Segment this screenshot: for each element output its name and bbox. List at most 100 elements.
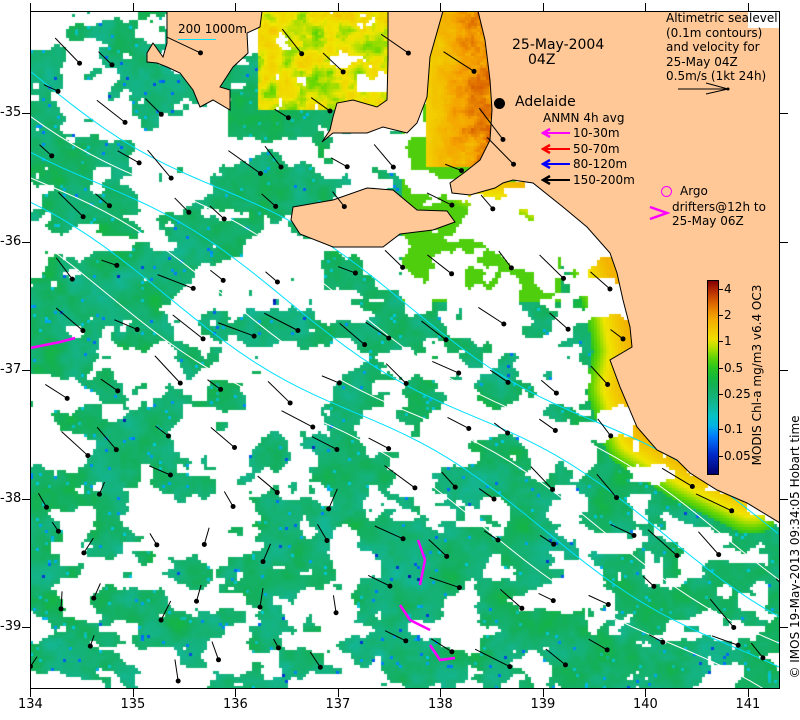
lon-tick: [30, 689, 31, 697]
velocity-arrow-icon: [87, 635, 95, 649]
altimetry-legend-line: 25-May 04Z: [666, 54, 738, 69]
drifters-label-1: drifters@12h to: [672, 200, 766, 214]
adelaide-marker-icon: [494, 98, 505, 109]
city-label: Adelaide: [515, 94, 576, 110]
velocity-arrow-icon: [478, 307, 507, 327]
lat-tick: [780, 241, 788, 243]
lon-tick-label: 136: [223, 697, 248, 712]
velocity-arrow-icon: [211, 641, 222, 663]
velocity-arrow-icon: [223, 491, 236, 509]
velocity-arrow-icon: [367, 574, 393, 589]
scale-bar-label: 200 1000m: [178, 22, 247, 36]
lon-tick-label: 134: [18, 697, 43, 712]
lon-tick-label: 138: [428, 697, 453, 712]
altimetry-legend-line: and velocity for: [666, 40, 760, 54]
lat-tick-label: -35: [0, 105, 22, 120]
anmn-legend-label: 150-200m: [573, 172, 635, 187]
velocity-arrow-icon: [260, 543, 271, 565]
velocity-arrow-icon: [274, 108, 291, 121]
lon-tick: [235, 3, 236, 11]
velocity-arrow-icon: [332, 595, 339, 616]
velocity-arrow-icon: [493, 422, 511, 436]
velocity-arrow-icon: [384, 249, 406, 270]
velocity-arrow-icon: [264, 145, 284, 170]
velocity-arrow-icon: [210, 269, 226, 283]
argo-label: Argo: [680, 184, 708, 198]
lon-tick-label: 141: [735, 697, 761, 712]
lon-tick: [440, 3, 441, 11]
colorbar-tick: [719, 367, 723, 369]
velocity-arrow-icon: [498, 250, 514, 271]
velocity-arrow-icon: [91, 583, 101, 601]
velocity-arrow-icon: [174, 659, 181, 684]
drifter-track: [398, 604, 431, 632]
velocity-arrow-icon: [478, 488, 497, 502]
velocity-arrow-icon: [499, 589, 525, 611]
velocity-arrow-icon: [281, 28, 305, 57]
velocity-arrow-icon: [55, 257, 75, 282]
velocity-arrow-icon: [480, 194, 496, 212]
velocity-arrow-icon: [489, 369, 511, 385]
velocity-arrow-icon: [209, 205, 227, 222]
velocity-arrow-icon: [444, 163, 464, 174]
velocity-arrow-icon: [474, 648, 513, 670]
colorbar-tick: [719, 288, 723, 290]
velocity-arrow-icon: [264, 312, 301, 333]
velocity-arrow-icon: [101, 259, 120, 268]
velocity-arrow-icon: [778, 533, 780, 536]
velocity-arrow-icon: [217, 322, 257, 339]
lon-tick-label: 135: [120, 697, 146, 712]
anmn-arrow-icon: [541, 127, 570, 139]
velocity-arrow-icon: [311, 436, 340, 452]
velocity-arrow-icon: [317, 524, 330, 544]
velocity-arrow-icon: [117, 150, 142, 166]
velocity-scale-arrow-icon: [678, 82, 730, 95]
altimetry-legend-line: Altimetric sealevel: [666, 11, 778, 25]
velocity-arrow-icon: [58, 191, 86, 220]
velocity-arrow-icon: [538, 418, 558, 433]
map-panel: [30, 11, 780, 689]
lon-tick: [542, 3, 544, 11]
velocity-arrow-icon: [281, 410, 316, 430]
lat-tick: [22, 113, 30, 114]
velocity-arrow-icon: [194, 584, 202, 604]
velocity-arrow-icon: [588, 638, 610, 653]
lat-tick: [780, 113, 788, 114]
velocity-arrow-icon: [51, 521, 61, 534]
velocity-arrow-icon: [158, 600, 172, 623]
velocity-arrow-icon: [588, 594, 611, 607]
velocity-arrow-icon: [257, 475, 280, 495]
velocity-arrow-icon: [610, 329, 626, 342]
colorbar-label: MODIS Chl-a mg/m3 v6.4 OC3: [750, 284, 764, 466]
altimetry-legend-line: (0.1m contours): [666, 25, 763, 40]
lon-tick: [337, 3, 339, 11]
velocity-arrow-icon: [322, 52, 346, 75]
velocity-arrow-icon: [310, 97, 333, 114]
lat-tick: [780, 498, 788, 500]
velocity-arrow-icon: [539, 254, 567, 281]
lat-tick: [22, 627, 30, 628]
velocity-arrow-icon: [648, 634, 666, 645]
velocity-arrow-icon: [590, 271, 613, 292]
velocity-arrow-icon: [98, 51, 115, 68]
map-time: 04Z: [528, 52, 556, 68]
velocity-arrow-icon: [30, 656, 38, 669]
velocity-arrow-icon: [157, 274, 196, 291]
lat-tick: [780, 627, 788, 628]
velocity-arrow-icon: [267, 381, 293, 406]
velocity-arrow-icon: [368, 437, 392, 452]
velocity-arrow-icon: [55, 307, 86, 334]
lat-tick: [780, 370, 788, 371]
velocity-arrow-icon: [54, 37, 83, 66]
colorbar-tick: [719, 394, 723, 396]
velocity-arrow-icon: [545, 648, 568, 668]
lon-tick: [747, 3, 749, 11]
velocity-arrow-icon: [596, 473, 620, 501]
velocity-arrow-icon: [95, 193, 112, 209]
velocity-arrow-icon: [96, 481, 105, 497]
velocity-arrow-icon: [309, 651, 323, 670]
velocity-arrow-icon: [114, 319, 140, 333]
colorbar-tick-label: 0.25: [724, 387, 751, 402]
velocity-arrow-icon: [321, 375, 342, 386]
anmn-arrow-icon: [541, 158, 570, 170]
